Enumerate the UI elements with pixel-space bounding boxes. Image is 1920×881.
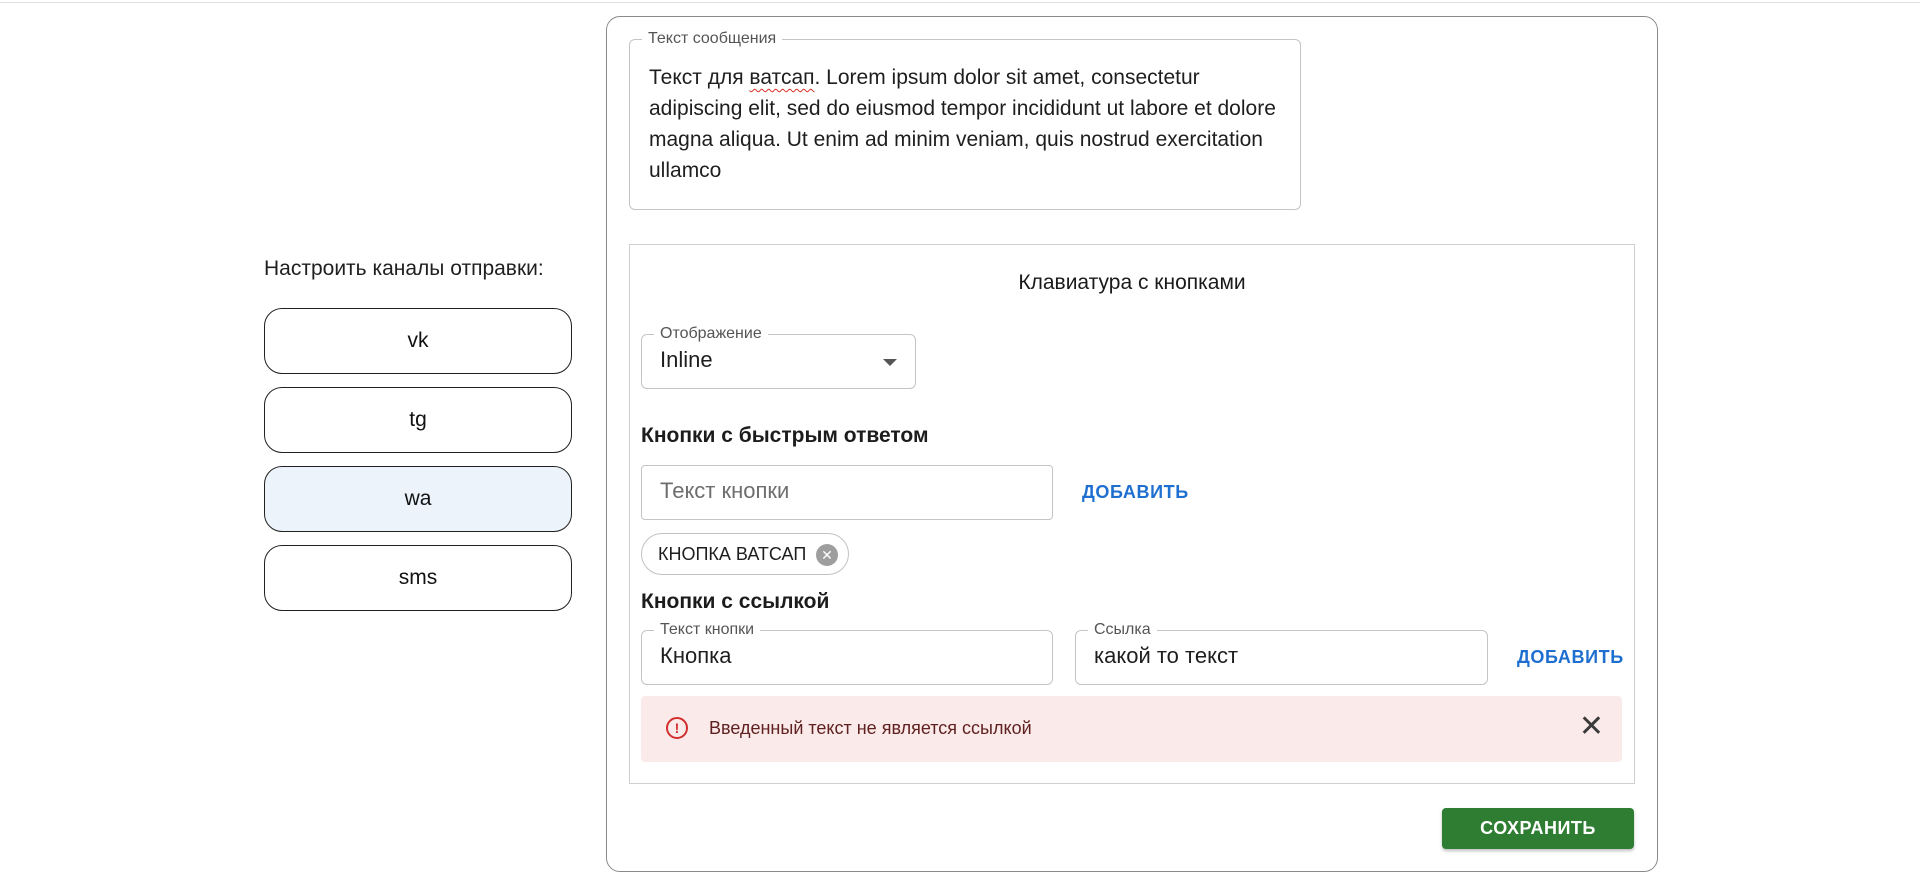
channel-button-tg[interactable]: tg	[264, 387, 572, 453]
display-label: Отображение	[654, 325, 768, 343]
add-quick-reply-button[interactable]: ДОБАВИТЬ	[1082, 482, 1189, 503]
quick-reply-input[interactable]: Текст кнопки	[641, 465, 1053, 520]
quick-reply-chip: КНОПКА ВАТСАП ✕	[641, 533, 849, 575]
chevron-down-icon	[883, 359, 897, 366]
error-alert-text: Введенный текст не является ссылкой	[709, 718, 1032, 738]
keyboard-section: Клавиатура с кнопками Отображение Inline…	[629, 244, 1635, 784]
misspelled-word: ватсап	[749, 66, 815, 89]
link-button-text-field[interactable]: Текст кнопки Кнопка	[641, 621, 1053, 685]
chip-label: КНОПКА ВАТСАП	[658, 543, 807, 564]
quick-reply-title: Кнопки с быстрым ответом	[641, 424, 929, 447]
save-button[interactable]: СОХРАНИТЬ	[1442, 808, 1634, 849]
message-label: Текст сообщения	[642, 30, 783, 48]
quick-reply-placeholder: Текст кнопки	[660, 478, 790, 503]
top-divider	[0, 2, 1920, 3]
channels-title: Настроить каналы отправки:	[264, 257, 544, 280]
link-url-field[interactable]: Ссылка какой то текст	[1075, 621, 1488, 685]
error-icon: !	[666, 717, 688, 739]
link-buttons-title: Кнопки с ссылкой	[641, 590, 830, 613]
channel-button-sms[interactable]: sms	[264, 545, 572, 611]
link-button-text-value: Кнопка	[660, 643, 732, 668]
link-button-text-label: Текст кнопки	[654, 621, 761, 639]
link-url-value: какой то текст	[1094, 643, 1239, 668]
channel-button-vk[interactable]: vk	[264, 308, 572, 374]
close-icon[interactable]: ✕	[1579, 711, 1604, 743]
display-select[interactable]: Отображение Inline	[641, 325, 916, 389]
chip-remove-icon[interactable]: ✕	[816, 544, 838, 566]
link-url-label: Ссылка	[1088, 621, 1157, 639]
channel-button-wa[interactable]: wa	[264, 466, 572, 532]
keyboard-title: Клавиатура с кнопками	[1018, 271, 1246, 294]
message-textarea[interactable]: Текст сообщения Текст для ватсап. Lorem …	[629, 30, 1301, 210]
message-text: Текст для ватсап. Lorem ipsum dolor sit …	[649, 66, 1276, 182]
error-alert: ! Введенный текст не является ссылкой ✕	[641, 696, 1622, 762]
display-value: Inline	[660, 347, 713, 372]
add-link-button[interactable]: ДОБАВИТЬ	[1517, 647, 1624, 668]
